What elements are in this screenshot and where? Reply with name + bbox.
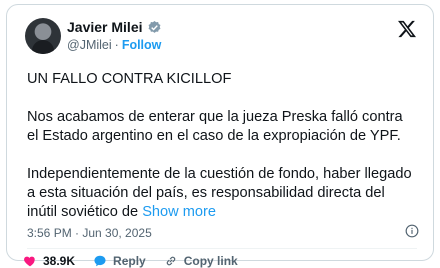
reply-icon	[94, 255, 106, 267]
show-more-link[interactable]: Show more	[142, 204, 216, 220]
x-logo-icon[interactable]	[397, 19, 417, 39]
tweet-timestamp[interactable]: 3:56 PM · Jun 30, 2025	[27, 226, 152, 240]
heart-icon	[24, 256, 35, 267]
copy-link-button[interactable]: Copy link	[164, 254, 238, 268]
follow-button[interactable]: Follow	[122, 38, 162, 52]
like-count: 38.9K	[43, 254, 76, 268]
reply-label: Reply	[113, 254, 146, 268]
verified-icon	[148, 20, 160, 33]
link-icon	[166, 256, 175, 266]
like-button[interactable]: 38.9K	[23, 254, 75, 268]
tweet-text-paragraph2: Nos acabamos de enterar que la jueza Pre…	[27, 109, 403, 144]
reply-button[interactable]: Reply	[93, 254, 146, 268]
handle-row: @JMilei · Follow	[67, 38, 162, 52]
author-name[interactable]: Javier Milei	[67, 19, 143, 35]
avatar[interactable]	[25, 18, 61, 54]
tweet-text-line1: UN FALLO CONTRA KICILLOF	[27, 71, 232, 87]
tweet-card[interactable]: Javier Milei @JMilei · Follow UN FALLO C…	[6, 4, 434, 268]
action-bar: 38.9K Reply Copy link	[23, 254, 256, 268]
divider	[27, 248, 417, 249]
author-name-row: Javier Milei	[67, 19, 162, 35]
tweet-text-paragraph3-body: Independientemente de la cuestión de fon…	[27, 166, 412, 220]
info-icon[interactable]	[405, 224, 419, 238]
tweet-text-paragraph3: Independientemente de la cuestión de fon…	[27, 165, 417, 222]
copy-link-label: Copy link	[183, 254, 238, 268]
author-handle[interactable]: @JMilei	[67, 38, 112, 52]
